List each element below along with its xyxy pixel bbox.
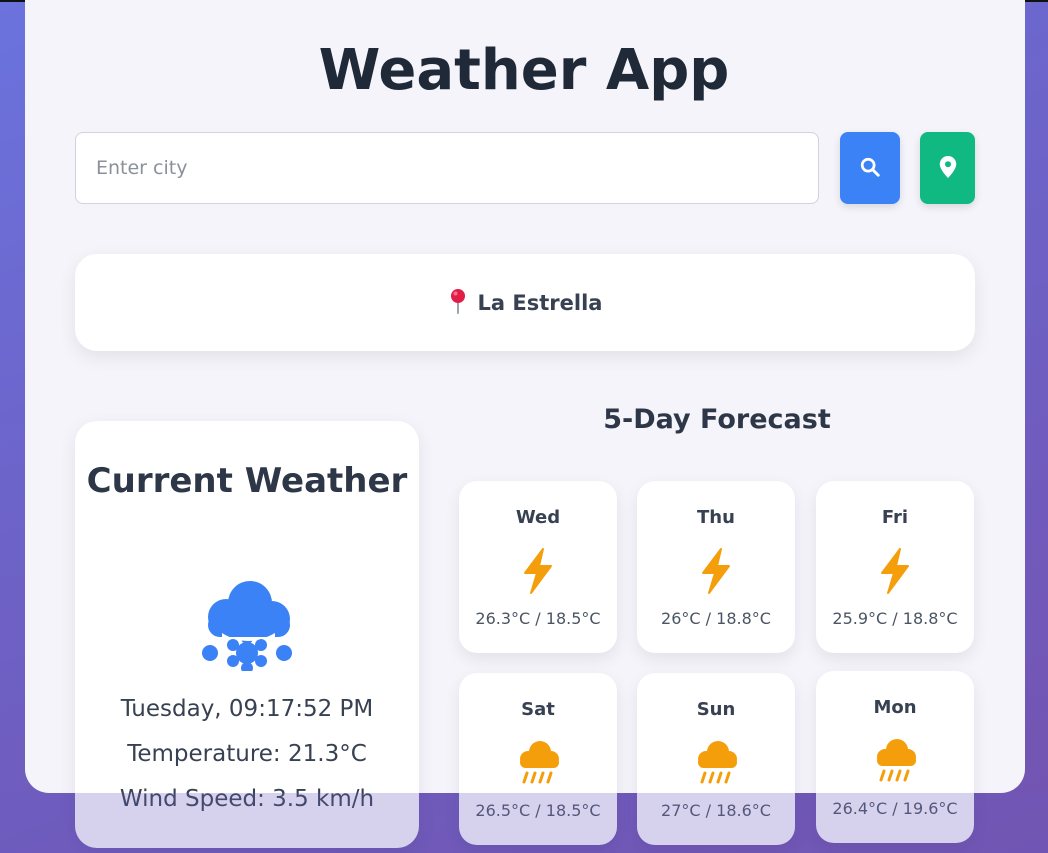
search-button[interactable] (840, 132, 900, 204)
current-location-button[interactable] (920, 132, 975, 204)
forecast-day: Thu (697, 507, 735, 528)
map-pin-icon (939, 155, 957, 181)
forecast-temps: 26.3°C / 18.5°C (475, 609, 601, 628)
snow-cloud-icon (200, 581, 295, 675)
location-card: La Estrella (75, 254, 975, 351)
forecast-temps: 26.5°C / 18.5°C (475, 801, 601, 820)
forecast-day: Sat (521, 699, 555, 720)
forecast-temps: 25.9°C / 18.8°C (832, 609, 958, 628)
current-datetime: Tuesday, 09:17:52 PM (120, 696, 374, 722)
forecast-temps: 27°C / 18.6°C (661, 801, 771, 820)
thunder-icon (693, 547, 737, 599)
forecast-day: Mon (873, 697, 917, 718)
current-wind-speed: Wind Speed: 3.5 km/h (119, 786, 375, 812)
forecast-card-thu: Thu 26°C / 18.8°C (637, 481, 795, 653)
current-weather-title: Current Weather (86, 461, 408, 501)
forecast-day: Sun (696, 699, 736, 720)
forecast-card-mon: Mon 26.4°C / 19.6°C (816, 671, 974, 843)
forecast-day: Fri (881, 507, 909, 528)
pushpin-icon (448, 288, 468, 318)
forecast-card-sun: Sun 27°C / 18.6°C (637, 673, 795, 845)
app-title: Weather App (318, 38, 730, 103)
location-name: La Estrella (477, 290, 603, 315)
forecast-card-fri: Fri 25.9°C / 18.8°C (816, 481, 974, 653)
current-temperature: Temperature: 21.3°C (127, 741, 367, 767)
city-search-input[interactable] (75, 132, 819, 204)
forecast-temps: 26.4°C / 19.6°C (832, 799, 958, 818)
thunder-icon (872, 547, 916, 599)
forecast-card-sat: Sat 26.5°C / 18.5°C (459, 673, 617, 845)
rain-cloud-icon (872, 737, 920, 789)
current-weather-card: Current Weather Tuesday, 09:17:52 PM Tem… (75, 421, 419, 848)
forecast-title: 5-Day Forecast (603, 404, 831, 435)
rain-cloud-icon (515, 739, 563, 791)
rain-cloud-icon (693, 739, 741, 791)
search-icon (859, 156, 881, 181)
thunder-icon (515, 547, 559, 599)
forecast-temps: 26°C / 18.8°C (661, 609, 771, 628)
forecast-card-wed: Wed 26.3°C / 18.5°C (459, 481, 617, 653)
forecast-day: Wed (515, 507, 561, 528)
